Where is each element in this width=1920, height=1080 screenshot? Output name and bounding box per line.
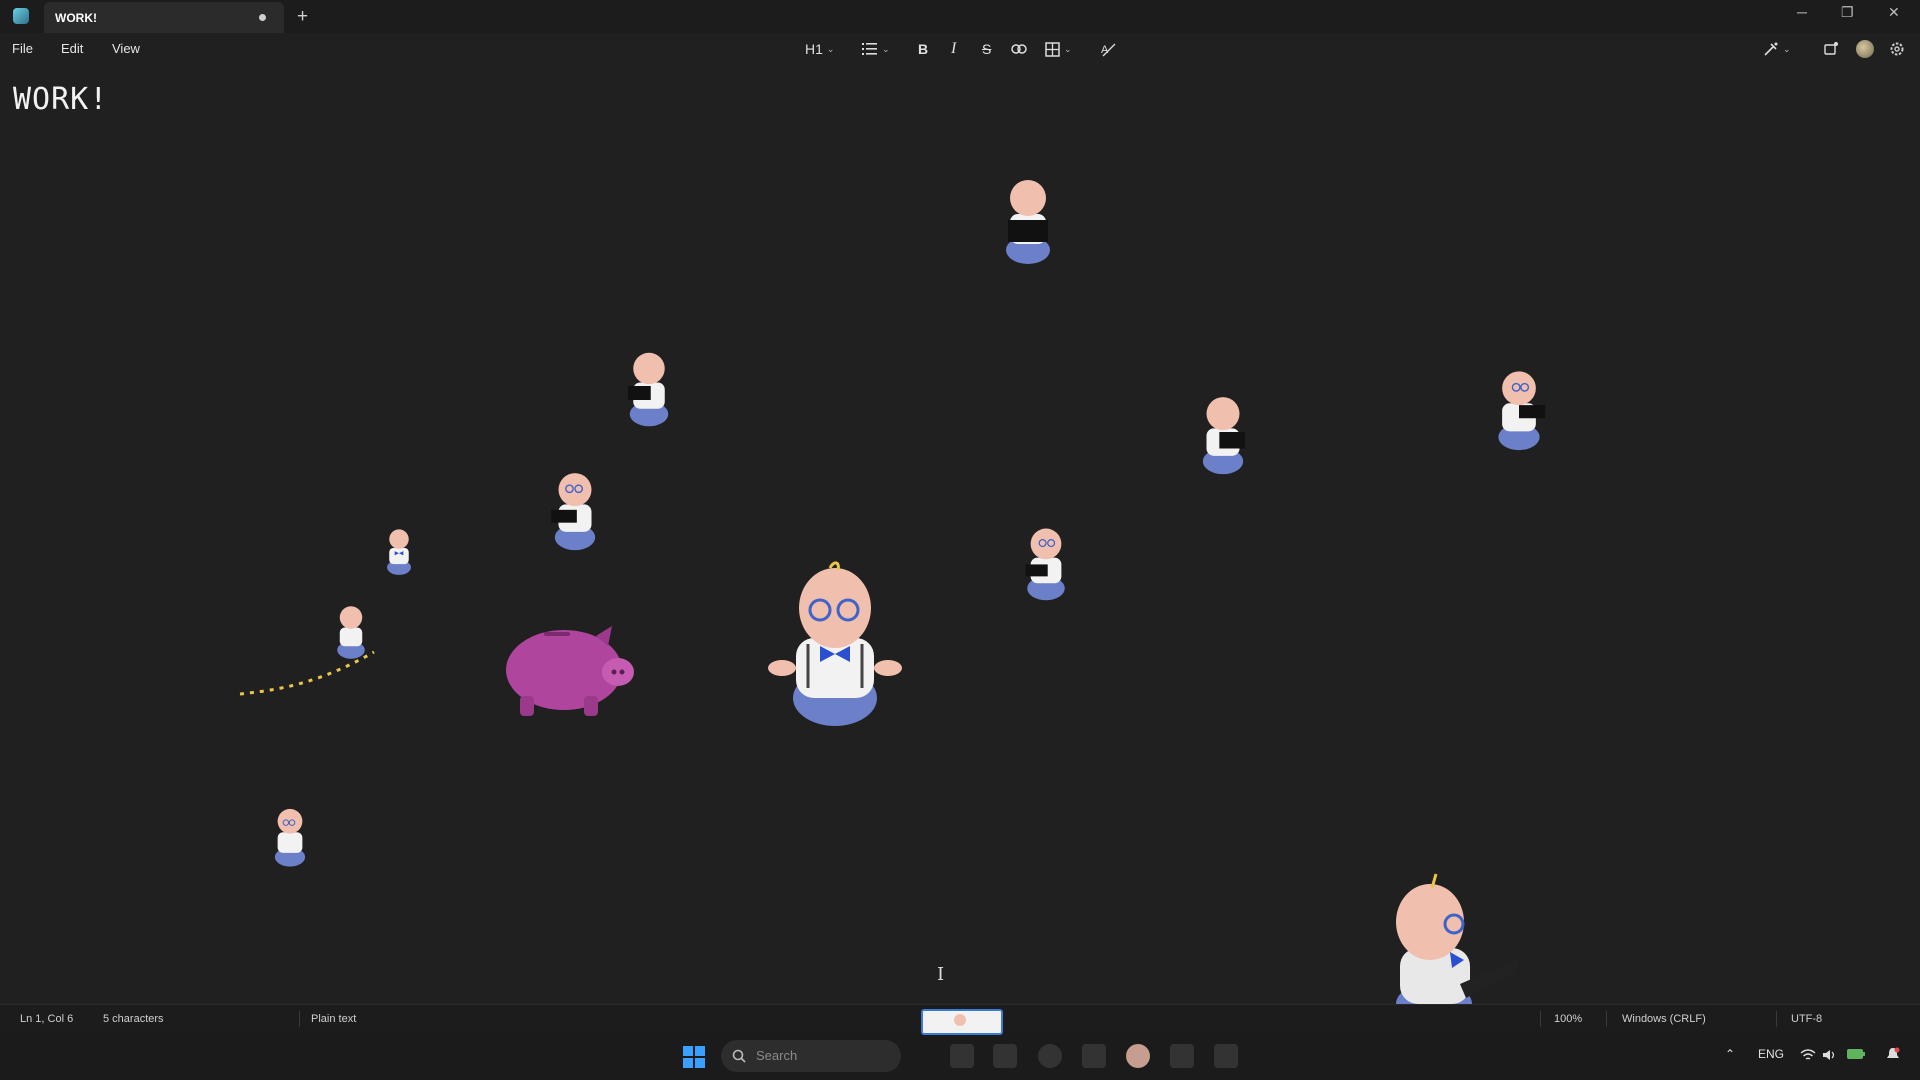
chevron-up-icon[interactable]: ⌃ <box>1725 1047 1735 1061</box>
title-bar: WORK! + ─ ❐ ✕ <box>0 0 1920 33</box>
taskbar: Search ⌃ ENG <box>0 1032 1920 1080</box>
link-button[interactable] <box>1011 39 1027 59</box>
baby-character-laptop <box>628 352 669 427</box>
status-divider <box>1606 1011 1607 1027</box>
list-icon <box>862 43 877 55</box>
heading-label: H1 <box>805 41 823 57</box>
chevron-down-icon: ⌄ <box>1783 43 1791 54</box>
heading-dropdown[interactable]: H1 ⌄ <box>805 39 834 59</box>
chevron-down-icon: ⌄ <box>882 43 890 54</box>
wifi-icon[interactable] <box>1800 1048 1816 1062</box>
share-button[interactable] <box>1823 39 1839 59</box>
cursor-position: Ln 1, Col 6 <box>20 1013 74 1025</box>
status-divider <box>1776 1011 1777 1027</box>
line-ending[interactable]: Windows (CRLF) <box>1622 1013 1706 1025</box>
settings-button[interactable] <box>1889 39 1905 59</box>
start-button[interactable] <box>683 1046 705 1068</box>
taskbar-app-icon[interactable] <box>1214 1044 1238 1068</box>
format-mode[interactable]: Plain text <box>311 1013 356 1025</box>
table-dropdown[interactable]: ⌄ <box>1045 39 1072 59</box>
menu-file[interactable]: File <box>12 41 33 56</box>
volume-icon[interactable] <box>1822 1048 1836 1062</box>
preview-baby-icon <box>954 1014 966 1026</box>
italic-button[interactable]: I <box>951 39 956 59</box>
chevron-down-icon: ⌄ <box>1064 43 1072 54</box>
notepad-app-icon <box>13 8 29 24</box>
chevron-down-icon: ⌄ <box>826 43 835 54</box>
share-icon <box>1824 42 1838 55</box>
status-divider <box>1540 1011 1541 1027</box>
copilot-icon <box>1764 42 1778 56</box>
italic-label: I <box>951 40 957 57</box>
menu-bar: File Edit View H1 ⌄ ⌄ B I S ⌄ A ⌄ <box>0 33 1920 64</box>
taskbar-app-icon[interactable] <box>1038 1044 1062 1068</box>
windows-logo-icon <box>683 1046 693 1056</box>
account-avatar[interactable] <box>1856 40 1874 58</box>
strikethrough-label: S <box>982 41 992 57</box>
character-count: 5 characters <box>103 1013 164 1025</box>
clear-formatting-button[interactable]: A <box>1100 39 1116 59</box>
link-icon <box>1011 44 1027 54</box>
language-indicator[interactable]: ENG <box>1758 1047 1784 1061</box>
encoding[interactable]: UTF-8 <box>1791 1013 1822 1025</box>
taskbar-app-icon[interactable] <box>993 1044 1017 1068</box>
document-text[interactable]: WORK! <box>13 82 108 117</box>
status-divider <box>299 1011 300 1027</box>
piggy-bank <box>506 626 634 716</box>
taskbar-search[interactable]: Search <box>721 1040 901 1072</box>
close-button[interactable]: ✕ <box>1888 4 1900 21</box>
taskbar-app-icon[interactable] <box>1082 1044 1106 1068</box>
table-icon <box>1045 41 1060 57</box>
taskbar-app-icon[interactable] <box>950 1044 974 1068</box>
menu-view[interactable]: View <box>112 41 140 56</box>
baby-character <box>274 808 306 867</box>
taskbar-app-icon[interactable] <box>1170 1044 1194 1068</box>
bold-button[interactable]: B <box>918 39 928 59</box>
zoom-level[interactable]: 100% <box>1554 1013 1582 1025</box>
taskbar-preview-thumbnail[interactable] <box>921 1009 1003 1035</box>
bold-label: B <box>918 41 929 57</box>
baby-character-laptop <box>1006 180 1050 264</box>
tab-title: WORK! <box>55 11 97 25</box>
baby-character-laptop <box>1202 397 1245 475</box>
baby-character-laptop <box>1025 528 1065 601</box>
copilot-dropdown[interactable]: ⌄ <box>1763 39 1791 59</box>
star-trail-sparkle <box>239 650 375 696</box>
unsaved-dot-icon[interactable] <box>259 14 266 21</box>
baby-character-laptop <box>1498 371 1546 451</box>
large-baby-character <box>768 561 902 726</box>
tab-work[interactable]: WORK! <box>44 2 284 33</box>
battery-icon[interactable] <box>1846 1048 1866 1060</box>
new-tab-button[interactable]: + <box>297 6 308 28</box>
minimize-button[interactable]: ─ <box>1797 4 1807 20</box>
search-placeholder: Search <box>756 1048 798 1063</box>
notification-bell-icon[interactable] <box>1886 1047 1900 1063</box>
menu-edit[interactable]: Edit <box>61 41 83 56</box>
baby-character-laptop <box>551 473 596 551</box>
baby-character <box>387 529 411 575</box>
settings-icon <box>1890 42 1904 56</box>
strikethrough-button[interactable]: S <box>982 39 991 59</box>
list-dropdown[interactable]: ⌄ <box>862 39 890 59</box>
taskbar-pet-app-icon[interactable] <box>1126 1044 1150 1068</box>
text-cursor-icon: I <box>937 964 945 985</box>
maximize-button[interactable]: ❐ <box>1841 4 1854 21</box>
clear-format-icon: A <box>1101 43 1116 57</box>
search-icon <box>732 1049 746 1063</box>
